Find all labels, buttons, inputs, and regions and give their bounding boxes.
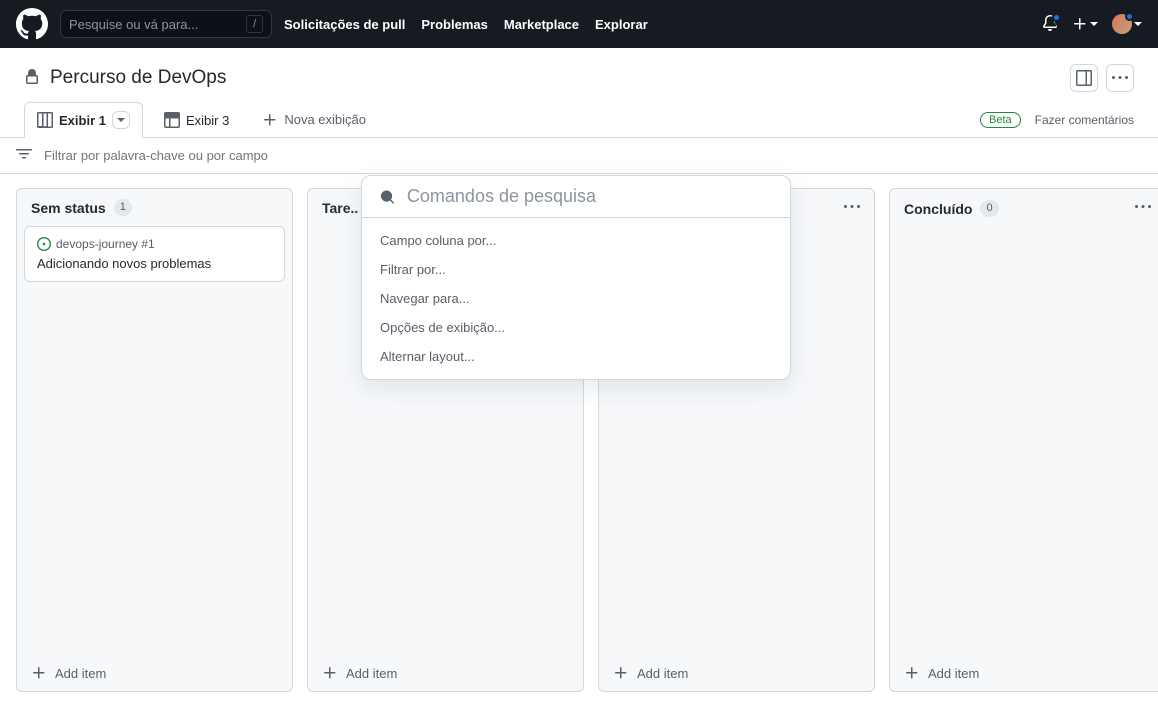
board-column: Sem status 1 devops-journey #1 Adicionando … <box>16 188 293 692</box>
plus-icon <box>1072 16 1088 32</box>
nav-explore[interactable]: Explorar <box>595 17 648 32</box>
column-title: Sem status <box>31 200 106 216</box>
add-item-button[interactable]: Add item <box>308 655 583 691</box>
global-header: / Solicitações de pull Problemas Marketp… <box>0 0 1158 48</box>
column-header: Sem status 1 <box>17 189 292 226</box>
view-tab-2[interactable]: Exibir 3 <box>151 103 242 136</box>
view-tab-1[interactable]: Exibir 1 <box>24 102 143 138</box>
beta-badge: Beta <box>980 112 1021 128</box>
new-view-label: Nova exibição <box>284 112 366 127</box>
column-body: devops-journey #1 Adicionando novos probl… <box>17 226 292 655</box>
column-menu-button[interactable] <box>1135 199 1151 218</box>
feedback-link[interactable]: Fazer comentários <box>1035 113 1134 127</box>
add-item-button[interactable]: Add item <box>890 655 1158 691</box>
project-title: Percurso de DevOps <box>50 67 226 89</box>
insights-button[interactable] <box>1070 64 1098 92</box>
plus-icon <box>904 665 920 681</box>
column-count: 0 <box>980 200 998 217</box>
palette-item[interactable]: Filtrar por... <box>362 255 790 284</box>
nav-pull-requests[interactable]: Solicitações de pull <box>284 17 405 32</box>
slash-key-hint: / <box>246 15 263 33</box>
nav-marketplace[interactable]: Marketplace <box>504 17 579 32</box>
palette-input[interactable] <box>407 186 772 207</box>
board-card[interactable]: devops-journey #1 Adicionando novos probl… <box>24 226 285 282</box>
avatar <box>1112 14 1132 34</box>
command-palette: Campo coluna por...Filtrar por...Navegar… <box>361 175 791 380</box>
palette-item[interactable]: Opções de exibição... <box>362 313 790 342</box>
project-menu-button[interactable] <box>1106 64 1134 92</box>
board-icon <box>37 112 53 128</box>
github-logo[interactable] <box>16 8 48 40</box>
palette-list: Campo coluna por...Filtrar por...Navegar… <box>362 218 790 379</box>
lock-icon <box>24 69 40 88</box>
issue-open-icon <box>37 237 51 251</box>
search-icon <box>380 189 395 205</box>
caret-down-icon <box>1134 22 1142 26</box>
palette-item[interactable]: Navegar para... <box>362 284 790 313</box>
add-item-button[interactable]: Add item <box>17 655 292 691</box>
filter-input[interactable] <box>44 148 444 163</box>
card-title: Adicionando novos problemas <box>37 256 272 271</box>
filter-bar <box>0 138 1158 174</box>
view-tab-label: Exibir 3 <box>186 113 229 128</box>
column-title: Tare.. <box>322 200 358 216</box>
board-column: Concluído 0 Add item <box>889 188 1158 692</box>
nav-issues[interactable]: Problemas <box>421 17 487 32</box>
panel-icon <box>1076 70 1092 86</box>
view-tab-label: Exibir 1 <box>59 113 106 128</box>
palette-item[interactable]: Alternar layout... <box>362 342 790 371</box>
create-new-menu[interactable] <box>1072 16 1098 32</box>
header-actions <box>1070 64 1134 92</box>
notification-dot <box>1052 13 1061 22</box>
caret-down-icon <box>1090 22 1098 26</box>
add-item-button[interactable]: Add item <box>599 655 874 691</box>
column-header: Concluído 0 <box>890 189 1158 228</box>
plus-icon <box>613 665 629 681</box>
palette-item[interactable]: Campo coluna por... <box>362 226 790 255</box>
plus-icon <box>322 665 338 681</box>
filter-icon[interactable] <box>16 146 32 165</box>
project-header: Percurso de DevOps <box>0 48 1158 102</box>
view-options-caret[interactable] <box>112 111 130 129</box>
global-search-input[interactable] <box>69 17 246 32</box>
kebab-icon <box>1112 70 1128 86</box>
new-view-button[interactable]: Nova exibição <box>250 104 378 136</box>
palette-search <box>362 176 790 218</box>
notifications-icon[interactable] <box>1042 15 1058 34</box>
global-search[interactable]: / <box>60 10 272 38</box>
plus-icon <box>262 112 278 128</box>
views-bar: Exibir 1 Exibir 3 Nova exibição Beta Faz… <box>0 102 1158 138</box>
status-dot <box>1125 12 1134 21</box>
nav-links: Solicitações de pull Problemas Marketpla… <box>284 17 648 32</box>
card-reference: devops-journey #1 <box>37 237 272 251</box>
views-bar-right: Beta Fazer comentários <box>980 112 1134 128</box>
column-count: 1 <box>114 199 132 216</box>
table-icon <box>164 112 180 128</box>
user-menu[interactable] <box>1112 14 1142 34</box>
column-body <box>890 228 1158 655</box>
column-menu-button[interactable] <box>844 199 860 218</box>
topbar-right <box>1042 14 1142 34</box>
column-title: Concluído <box>904 201 972 217</box>
plus-icon <box>31 665 47 681</box>
